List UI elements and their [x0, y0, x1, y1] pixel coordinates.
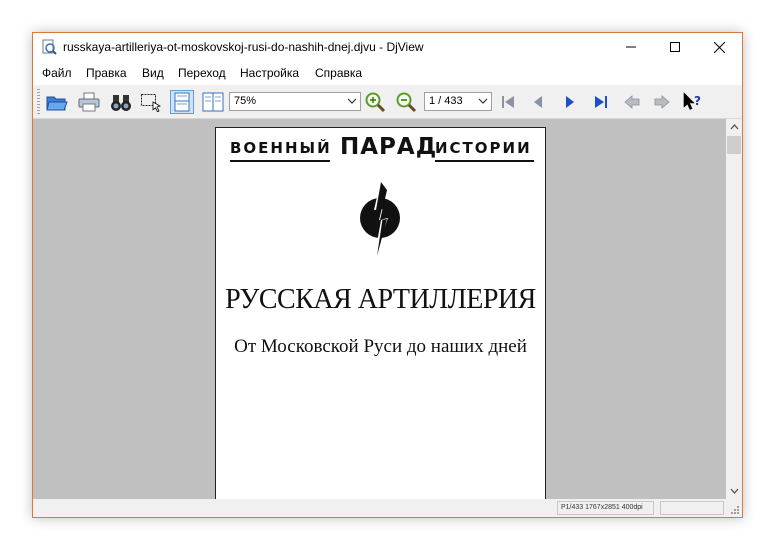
status-page-info: P1/433 1767x2851 400dpi: [557, 501, 654, 515]
select-icon: [141, 94, 161, 112]
side-by-side-icon: [202, 92, 224, 112]
book-title: РУССКАЯ АРТИЛЛЕРИЯ: [225, 284, 536, 315]
forward-icon: [654, 95, 670, 109]
whats-this-icon: ?: [683, 92, 701, 110]
minimize-button[interactable]: [608, 33, 654, 61]
next-page-button[interactable]: [558, 90, 582, 114]
menu-bar: Файл Правка Вид Переход Настройка Справк…: [33, 61, 742, 85]
menu-go[interactable]: Переход: [178, 66, 226, 80]
side-by-side-button[interactable]: [201, 90, 225, 114]
zoom-out-button[interactable]: [394, 90, 418, 114]
continuous-button[interactable]: [170, 90, 194, 114]
svg-text:?: ?: [694, 94, 701, 108]
chevron-down-icon: [478, 98, 488, 104]
djview-window: russkaya-artilleriya-ot-moskovskoj-rusi-…: [32, 32, 743, 518]
zoom-out-icon: [396, 92, 417, 113]
close-button[interactable]: [696, 33, 742, 61]
document-page: ВОЕННЫЙ ПАРАД ИСТОРИИ РУССКАЯ АРТИЛЛЕРИЯ…: [215, 127, 546, 499]
series-underline: [435, 160, 534, 162]
page-value: 1 / 433: [429, 95, 463, 107]
menu-help[interactable]: Справка: [315, 66, 362, 80]
last-page-icon: [595, 96, 607, 108]
window-title: russkaya-artilleriya-ot-moskovskoj-rusi-…: [63, 40, 424, 54]
whats-this-button[interactable]: ?: [681, 90, 705, 114]
scroll-up-button[interactable]: [726, 119, 742, 135]
chevron-down-icon: [730, 488, 738, 494]
chevron-up-icon: [730, 124, 738, 130]
last-page-button[interactable]: [589, 90, 613, 114]
djview-app-icon: [41, 39, 57, 55]
chevron-down-icon: [347, 98, 357, 104]
close-icon: [713, 41, 725, 53]
resize-grip-icon[interactable]: [730, 505, 740, 515]
forward-button[interactable]: [650, 90, 674, 114]
print-button[interactable]: [77, 90, 101, 114]
menu-view[interactable]: Вид: [142, 66, 164, 80]
book-subtitle: От Московской Руси до наших дней: [234, 336, 527, 357]
scroll-down-button[interactable]: [726, 483, 742, 499]
zoom-in-button[interactable]: [363, 90, 387, 114]
next-page-icon: [566, 96, 574, 108]
find-button[interactable]: [109, 90, 133, 114]
continuous-icon: [174, 92, 190, 112]
zoom-in-icon: [365, 92, 386, 113]
page-combo[interactable]: 1 / 433: [424, 92, 492, 111]
maximize-icon: [670, 42, 680, 52]
prev-page-icon: [534, 96, 542, 108]
series-word-3: ИСТОРИИ: [435, 139, 532, 157]
menu-settings[interactable]: Настройка: [240, 66, 299, 80]
open-icon: [46, 96, 68, 111]
first-page-icon: [502, 96, 514, 108]
series-underline: [230, 160, 330, 162]
back-icon: [624, 95, 640, 109]
menu-file[interactable]: Файл: [42, 66, 72, 80]
scroll-thumb[interactable]: [727, 136, 741, 154]
first-page-button[interactable]: [496, 90, 520, 114]
toolbar: 75% 1 / 433 ?: [33, 85, 742, 119]
publisher-emblem-icon: [360, 182, 400, 256]
series-word-2: ПАРАД: [340, 134, 438, 160]
status-bar: P1/433 1767x2851 400dpi: [33, 499, 742, 517]
back-button[interactable]: [620, 90, 644, 114]
status-extra: [660, 501, 724, 515]
open-button[interactable]: [45, 90, 69, 114]
menu-edit[interactable]: Правка: [86, 66, 127, 80]
find-icon: [111, 95, 131, 111]
vertical-scrollbar[interactable]: [726, 119, 742, 499]
select-button[interactable]: [139, 90, 163, 114]
minimize-icon: [626, 46, 636, 48]
toolbar-grip[interactable]: [37, 89, 40, 114]
print-icon: [78, 92, 100, 112]
zoom-combo[interactable]: 75%: [229, 92, 361, 111]
maximize-button[interactable]: [652, 33, 698, 61]
document-viewport[interactable]: ВОЕННЫЙ ПАРАД ИСТОРИИ РУССКАЯ АРТИЛЛЕРИЯ…: [33, 119, 726, 499]
title-bar: russkaya-artilleriya-ot-moskovskoj-rusi-…: [33, 33, 742, 61]
zoom-value: 75%: [234, 95, 257, 107]
series-word-1: ВОЕННЫЙ: [230, 139, 332, 157]
prev-page-button[interactable]: [526, 90, 550, 114]
